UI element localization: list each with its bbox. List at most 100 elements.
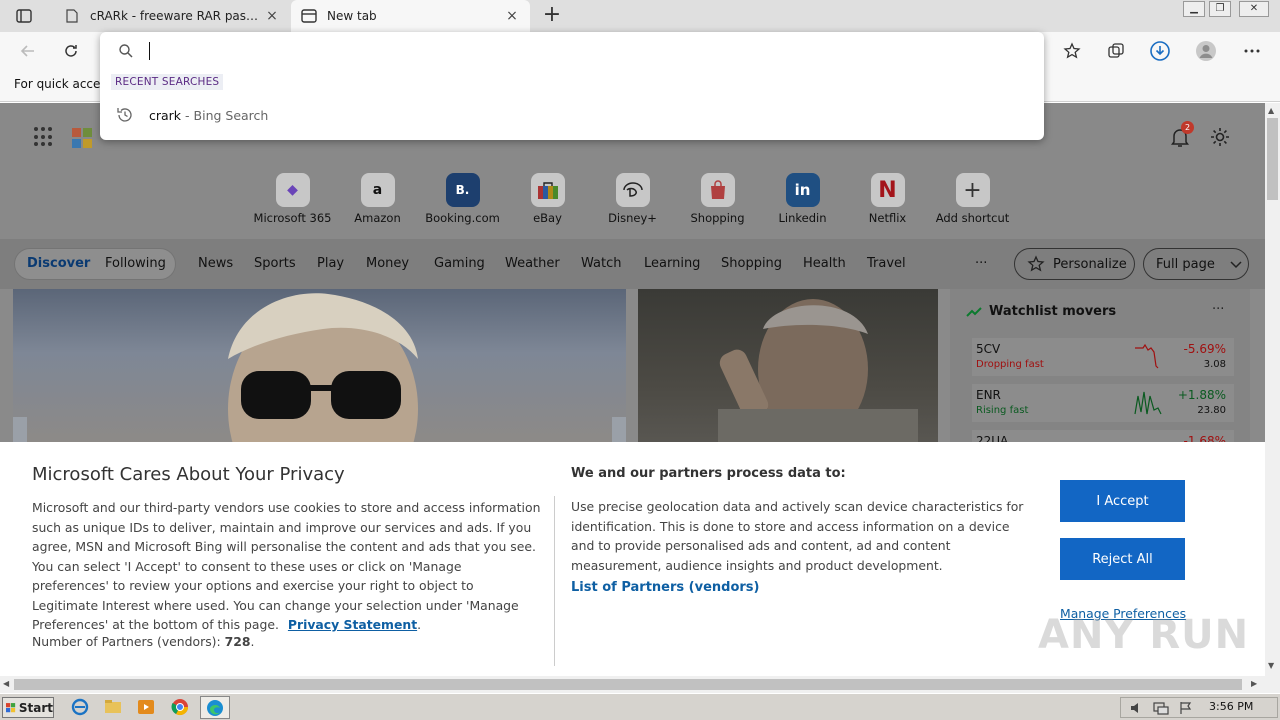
chrome-icon[interactable]: [171, 698, 189, 716]
shortcut-booking[interactable]: B. Booking.com: [420, 173, 505, 225]
personalize-button[interactable]: Personalize: [1014, 248, 1135, 280]
tab-actions-button[interactable]: [8, 5, 40, 27]
shortcut-ebay[interactable]: eBay: [505, 173, 590, 225]
start-button[interactable]: Start: [2, 697, 54, 718]
horizontal-scroll-thumb[interactable]: [14, 679, 1242, 690]
more-horizontal-icon: [1244, 49, 1260, 53]
internet-explorer-icon[interactable]: [71, 698, 89, 716]
new-tab-button[interactable]: +: [540, 4, 564, 28]
vertical-scrollbar[interactable]: ▲ ▼: [1265, 103, 1280, 676]
favorites-button[interactable]: [1059, 39, 1085, 63]
network-icon[interactable]: [1153, 701, 1169, 715]
booking-icon: B.: [445, 173, 480, 207]
tab-new-tab[interactable]: New tab ×: [291, 0, 530, 32]
sparkline-down: [1135, 343, 1159, 369]
tab-close-button[interactable]: ×: [264, 8, 280, 24]
star-outline-icon: [1027, 255, 1045, 272]
action-center-flag-icon[interactable]: [1179, 701, 1193, 715]
nav-more-button[interactable]: ···: [975, 256, 987, 271]
settings-menu-button[interactable]: [1239, 39, 1265, 63]
scroll-down-arrow-icon[interactable]: ▼: [1268, 661, 1274, 670]
system-tray: [1120, 697, 1278, 718]
privacy-consent-banner: Microsoft Cares About Your Privacy Micro…: [0, 442, 1265, 676]
nav-shopping[interactable]: Shopping: [721, 256, 782, 271]
privacy-statement-link[interactable]: Privacy Statement: [288, 617, 417, 632]
back-button[interactable]: [15, 39, 41, 63]
stock-symbol: ENR: [976, 388, 1001, 402]
shortcut-label: Shopping: [690, 211, 745, 225]
back-arrow-icon: [20, 45, 34, 57]
watchlist-row-enr[interactable]: ENR Rising fast +1.88% 23.80: [972, 384, 1234, 422]
tab-discover[interactable]: Discover: [27, 256, 90, 271]
shortcut-disney[interactable]: Disney+: [590, 173, 675, 225]
full-page-dropdown[interactable]: Full page: [1143, 248, 1249, 280]
sparkline-up: [1134, 391, 1162, 415]
list-of-partners-link[interactable]: List of Partners (vendors): [571, 580, 759, 595]
trending-icon: [966, 307, 982, 317]
collections-button[interactable]: [1103, 39, 1129, 63]
reject-all-button[interactable]: Reject All: [1060, 538, 1185, 580]
refresh-button[interactable]: [58, 39, 84, 63]
edge-icon: [207, 700, 223, 716]
stock-symbol: 5CV: [976, 342, 1001, 356]
shortcut-linkedin[interactable]: in Linkedin: [760, 173, 845, 225]
file-explorer-icon[interactable]: [104, 698, 122, 716]
chevron-down-icon: [1230, 261, 1242, 269]
shortcut-amazon[interactable]: a Amazon: [335, 173, 420, 225]
maximize-button[interactable]: ❐: [1209, 1, 1231, 17]
hero-card-woman-sunglasses[interactable]: [13, 289, 626, 449]
shortcut-add[interactable]: + Add shortcut: [930, 173, 1015, 225]
watchlist-row-5cv[interactable]: 5CV Dropping fast -5.69% 3.08: [972, 338, 1234, 376]
search-icon: [119, 44, 133, 58]
nav-news[interactable]: News: [198, 256, 233, 271]
tab-close-button[interactable]: ×: [504, 8, 520, 24]
downloads-button[interactable]: [1147, 39, 1173, 63]
horizontal-scrollbar[interactable]: ◀ ▶: [0, 676, 1265, 693]
profile-button[interactable]: [1193, 39, 1219, 63]
shortcut-label: Booking.com: [425, 211, 500, 225]
page-icon: [64, 8, 80, 24]
accept-button[interactable]: I Accept: [1060, 480, 1185, 522]
anyrun-watermark: ANY RUN: [1038, 612, 1250, 658]
vertical-scroll-thumb[interactable]: [1267, 118, 1278, 200]
address-input[interactable]: [147, 40, 1027, 62]
tab-title: cRARk - freeware RAR password r: [90, 9, 264, 23]
shortcut-netflix[interactable]: N Netflix: [845, 173, 930, 225]
tab-crark[interactable]: cRARk - freeware RAR password r ×: [54, 0, 290, 32]
volume-icon[interactable]: [1129, 701, 1143, 715]
shopping-icon: [700, 173, 735, 207]
shortcut-shopping[interactable]: Shopping: [675, 173, 760, 225]
purposes-title: We and our partners process data to:: [571, 466, 846, 481]
hero-card-man-pointing[interactable]: [638, 289, 938, 449]
edge-taskbar-button[interactable]: [200, 696, 230, 719]
tab-strip: cRARk - freeware RAR password r × New ta…: [0, 0, 1280, 32]
nav-money[interactable]: Money: [366, 256, 409, 271]
nav-play[interactable]: Play: [317, 256, 344, 271]
scroll-right-arrow-icon[interactable]: ▶: [1251, 679, 1257, 688]
nav-gaming[interactable]: Gaming: [434, 256, 485, 271]
page-settings-gear-icon[interactable]: [1208, 125, 1232, 149]
scroll-up-arrow-icon[interactable]: ▲: [1268, 106, 1274, 115]
tab-following[interactable]: Following: [105, 256, 166, 271]
shortcut-microsoft-365[interactable]: ◆ Microsoft 365: [250, 173, 335, 225]
windows-logo-icon: [6, 702, 16, 712]
scroll-left-arrow-icon[interactable]: ◀: [3, 679, 9, 688]
close-window-button[interactable]: ✕: [1239, 1, 1269, 17]
nav-weather[interactable]: Weather: [505, 256, 560, 271]
download-icon: [1150, 41, 1170, 61]
media-player-icon[interactable]: [137, 698, 155, 716]
purposes-body: Use precise geolocation data and activel…: [571, 499, 1024, 573]
minimize-button[interactable]: ▁: [1183, 1, 1205, 17]
nav-learning[interactable]: Learning: [644, 256, 700, 271]
microsoft-logo-icon: [72, 128, 92, 148]
microsoft-365-icon: ◆: [275, 173, 310, 207]
suggestion-crark[interactable]: crark - Bing Search: [149, 108, 268, 123]
nav-health[interactable]: Health: [803, 256, 846, 271]
nav-travel[interactable]: Travel: [867, 256, 906, 271]
ebay-icon: [530, 173, 565, 207]
taskbar-clock: 3:56 PM: [1209, 700, 1254, 713]
watchlist-more-button[interactable]: ···: [1212, 302, 1224, 317]
nav-sports[interactable]: Sports: [254, 256, 296, 271]
nav-watch[interactable]: Watch: [581, 256, 621, 271]
app-launcher-icon[interactable]: [34, 127, 54, 147]
